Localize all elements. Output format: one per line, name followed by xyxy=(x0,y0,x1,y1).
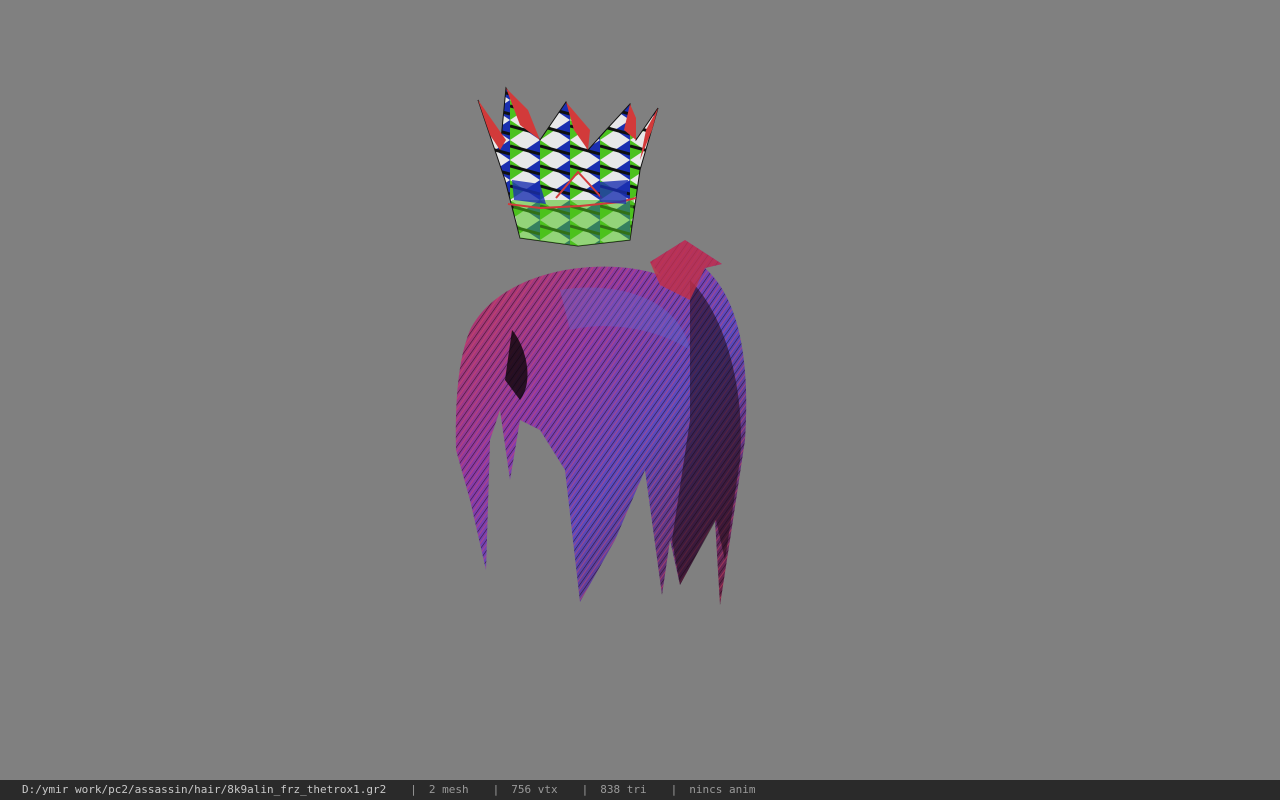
status-separator: | xyxy=(581,783,589,796)
status-vertex-count: 756 vtx xyxy=(511,783,558,796)
status-file-path: D:/ymir work/pc2/assassin/hair/8k9alin_f… xyxy=(22,783,387,796)
status-animation: nincs anim xyxy=(689,783,756,796)
status-separator: | xyxy=(410,783,417,796)
3d-viewport[interactable] xyxy=(0,0,1280,780)
hair-model[interactable] xyxy=(455,240,747,605)
scene-render[interactable] xyxy=(0,0,1280,780)
status-mesh-count: 2 mesh xyxy=(428,783,469,796)
status-separator: | xyxy=(670,783,678,796)
crown-blue-patch-2 xyxy=(600,180,628,204)
status-triangle-count: 838 tri xyxy=(600,783,647,796)
crown-model[interactable] xyxy=(477,86,659,247)
status-bar: D:/ymir work/pc2/assassin/hair/8k9alin_f… xyxy=(0,780,1280,800)
status-separator: | xyxy=(492,783,500,796)
